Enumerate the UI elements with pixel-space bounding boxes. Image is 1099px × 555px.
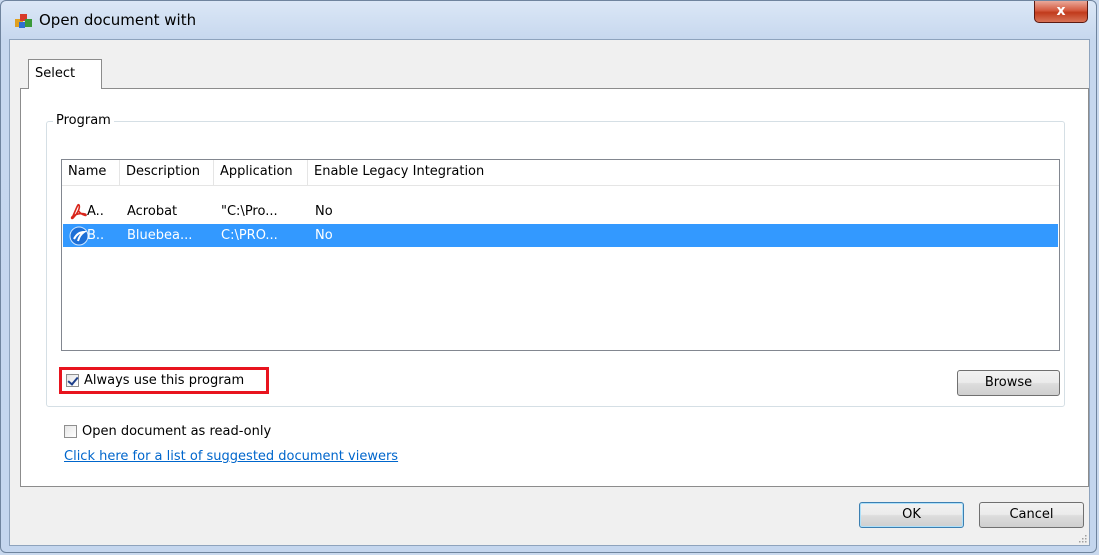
program-group-legend: Program [53,113,114,129]
list-item-acrobat[interactable]: A.. Acrobat "C:\Pro... No [63,200,1058,223]
column-header-legacy[interactable]: Enable Legacy Integration [308,160,1058,185]
ok-button[interactable]: OK [859,502,964,528]
row-description: Acrobat [127,204,178,219]
dialog-window: Open document with x Select Program Name… [0,0,1097,553]
close-icon: x [1056,3,1066,19]
column-header-name[interactable]: Name [62,160,120,185]
acrobat-icon [70,203,87,220]
tab-page: Program Name Description Application Ena… [20,88,1089,487]
row-legacy: No [315,204,333,219]
column-header-description[interactable]: Description [120,160,214,185]
tab-select[interactable]: Select [28,59,102,89]
resize-grip-icon[interactable] [1077,533,1087,543]
title-bar[interactable]: Open document with x [1,1,1096,39]
dialog-client-area: Select Program Name Description Applicat… [9,39,1090,546]
window-title: Open document with [39,11,197,29]
row-name: B.. [87,228,105,243]
suggested-viewers-link[interactable]: Click here for a list of suggested docum… [64,449,398,464]
bluebeam-icon [69,226,89,246]
list-item-bluebeam[interactable]: B.. Bluebea... C:\PRO... No [63,224,1058,247]
tab-label: Select [35,66,76,81]
close-button[interactable]: x [1034,1,1088,23]
program-group: Program Name Description Application Ena… [46,113,1065,407]
column-header-application[interactable]: Application [214,160,308,185]
row-legacy: No [315,228,333,243]
row-application: C:\PRO... [221,228,278,243]
read-only-label[interactable]: Open document as read-only [82,424,271,440]
app-icon [15,14,32,28]
read-only-checkbox[interactable] [64,425,77,438]
row-application: "C:\Pro... [221,204,278,219]
always-use-checkbox[interactable] [66,374,79,387]
browse-button[interactable]: Browse [957,370,1060,396]
program-list[interactable]: Name Description Application Enable Lega… [61,159,1060,351]
row-name: A.. [87,204,104,219]
cancel-button[interactable]: Cancel [979,502,1084,528]
row-description: Bluebea... [127,228,193,243]
list-header: Name Description Application Enable Lega… [62,160,1059,186]
always-use-label[interactable]: Always use this program [84,373,244,389]
